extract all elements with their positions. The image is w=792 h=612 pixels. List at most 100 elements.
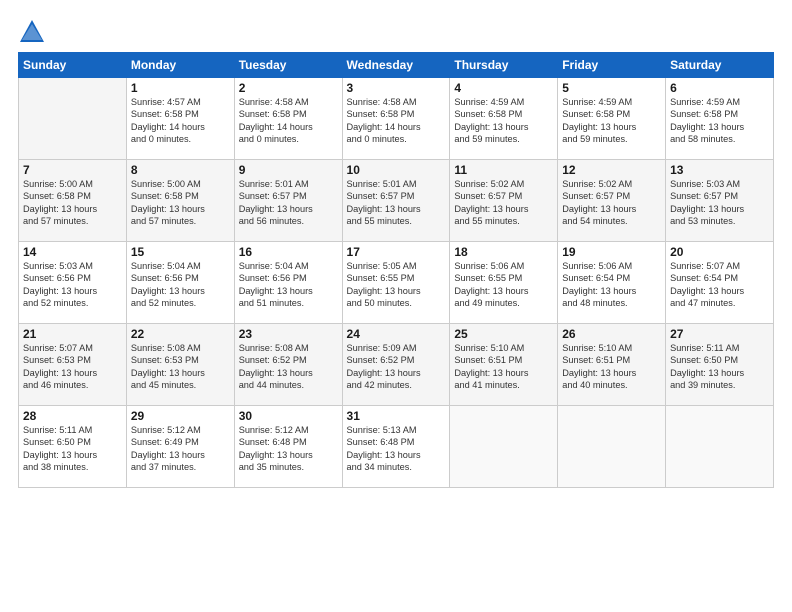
cell-info: Sunrise: 4:59 AM Sunset: 6:58 PM Dayligh… [454,96,553,146]
empty-cell [19,78,127,160]
day-number: 15 [131,245,230,259]
day-number: 13 [670,163,769,177]
day-number: 31 [347,409,446,423]
logo [18,18,48,46]
cell-info: Sunrise: 5:04 AM Sunset: 6:56 PM Dayligh… [131,260,230,310]
day-cell-27: 27Sunrise: 5:11 AM Sunset: 6:50 PM Dayli… [666,324,774,406]
week-row-3: 14Sunrise: 5:03 AM Sunset: 6:56 PM Dayli… [19,242,774,324]
cell-info: Sunrise: 5:00 AM Sunset: 6:58 PM Dayligh… [131,178,230,228]
col-header-saturday: Saturday [666,53,774,78]
day-number: 10 [347,163,446,177]
day-number: 16 [239,245,338,259]
day-cell-7: 7Sunrise: 5:00 AM Sunset: 6:58 PM Daylig… [19,160,127,242]
day-number: 8 [131,163,230,177]
day-cell-8: 8Sunrise: 5:00 AM Sunset: 6:58 PM Daylig… [126,160,234,242]
day-cell-12: 12Sunrise: 5:02 AM Sunset: 6:57 PM Dayli… [558,160,666,242]
day-number: 3 [347,81,446,95]
cell-info: Sunrise: 5:03 AM Sunset: 6:56 PM Dayligh… [23,260,122,310]
day-cell-24: 24Sunrise: 5:09 AM Sunset: 6:52 PM Dayli… [342,324,450,406]
cell-info: Sunrise: 5:10 AM Sunset: 6:51 PM Dayligh… [562,342,661,392]
day-number: 27 [670,327,769,341]
day-number: 12 [562,163,661,177]
day-cell-5: 5Sunrise: 4:59 AM Sunset: 6:58 PM Daylig… [558,78,666,160]
col-header-monday: Monday [126,53,234,78]
empty-cell [450,406,558,488]
day-cell-16: 16Sunrise: 5:04 AM Sunset: 6:56 PM Dayli… [234,242,342,324]
cell-info: Sunrise: 5:12 AM Sunset: 6:49 PM Dayligh… [131,424,230,474]
cell-info: Sunrise: 5:00 AM Sunset: 6:58 PM Dayligh… [23,178,122,228]
day-number: 30 [239,409,338,423]
cell-info: Sunrise: 5:03 AM Sunset: 6:57 PM Dayligh… [670,178,769,228]
col-header-tuesday: Tuesday [234,53,342,78]
day-cell-11: 11Sunrise: 5:02 AM Sunset: 6:57 PM Dayli… [450,160,558,242]
day-cell-15: 15Sunrise: 5:04 AM Sunset: 6:56 PM Dayli… [126,242,234,324]
day-cell-23: 23Sunrise: 5:08 AM Sunset: 6:52 PM Dayli… [234,324,342,406]
day-number: 24 [347,327,446,341]
day-number: 1 [131,81,230,95]
day-cell-28: 28Sunrise: 5:11 AM Sunset: 6:50 PM Dayli… [19,406,127,488]
day-cell-21: 21Sunrise: 5:07 AM Sunset: 6:53 PM Dayli… [19,324,127,406]
col-header-sunday: Sunday [19,53,127,78]
day-cell-9: 9Sunrise: 5:01 AM Sunset: 6:57 PM Daylig… [234,160,342,242]
cell-info: Sunrise: 5:04 AM Sunset: 6:56 PM Dayligh… [239,260,338,310]
week-row-5: 28Sunrise: 5:11 AM Sunset: 6:50 PM Dayli… [19,406,774,488]
day-number: 5 [562,81,661,95]
day-number: 19 [562,245,661,259]
day-cell-2: 2Sunrise: 4:58 AM Sunset: 6:58 PM Daylig… [234,78,342,160]
cell-info: Sunrise: 5:12 AM Sunset: 6:48 PM Dayligh… [239,424,338,474]
day-cell-29: 29Sunrise: 5:12 AM Sunset: 6:49 PM Dayli… [126,406,234,488]
day-cell-18: 18Sunrise: 5:06 AM Sunset: 6:55 PM Dayli… [450,242,558,324]
day-number: 29 [131,409,230,423]
cell-info: Sunrise: 5:06 AM Sunset: 6:55 PM Dayligh… [454,260,553,310]
day-cell-6: 6Sunrise: 4:59 AM Sunset: 6:58 PM Daylig… [666,78,774,160]
cell-info: Sunrise: 5:01 AM Sunset: 6:57 PM Dayligh… [239,178,338,228]
header [18,18,774,46]
day-number: 26 [562,327,661,341]
cell-info: Sunrise: 5:13 AM Sunset: 6:48 PM Dayligh… [347,424,446,474]
cell-info: Sunrise: 4:58 AM Sunset: 6:58 PM Dayligh… [239,96,338,146]
cell-info: Sunrise: 5:02 AM Sunset: 6:57 PM Dayligh… [454,178,553,228]
col-header-thursday: Thursday [450,53,558,78]
cell-info: Sunrise: 4:57 AM Sunset: 6:58 PM Dayligh… [131,96,230,146]
cell-info: Sunrise: 5:05 AM Sunset: 6:55 PM Dayligh… [347,260,446,310]
day-number: 11 [454,163,553,177]
day-number: 18 [454,245,553,259]
day-number: 21 [23,327,122,341]
day-cell-13: 13Sunrise: 5:03 AM Sunset: 6:57 PM Dayli… [666,160,774,242]
cell-info: Sunrise: 5:01 AM Sunset: 6:57 PM Dayligh… [347,178,446,228]
day-cell-4: 4Sunrise: 4:59 AM Sunset: 6:58 PM Daylig… [450,78,558,160]
cell-info: Sunrise: 5:06 AM Sunset: 6:54 PM Dayligh… [562,260,661,310]
week-row-1: 1Sunrise: 4:57 AM Sunset: 6:58 PM Daylig… [19,78,774,160]
day-cell-20: 20Sunrise: 5:07 AM Sunset: 6:54 PM Dayli… [666,242,774,324]
day-cell-19: 19Sunrise: 5:06 AM Sunset: 6:54 PM Dayli… [558,242,666,324]
cell-info: Sunrise: 5:02 AM Sunset: 6:57 PM Dayligh… [562,178,661,228]
day-number: 20 [670,245,769,259]
cell-info: Sunrise: 5:07 AM Sunset: 6:53 PM Dayligh… [23,342,122,392]
day-number: 25 [454,327,553,341]
empty-cell [666,406,774,488]
day-number: 7 [23,163,122,177]
day-cell-25: 25Sunrise: 5:10 AM Sunset: 6:51 PM Dayli… [450,324,558,406]
cell-info: Sunrise: 5:09 AM Sunset: 6:52 PM Dayligh… [347,342,446,392]
day-number: 23 [239,327,338,341]
cell-info: Sunrise: 5:11 AM Sunset: 6:50 PM Dayligh… [23,424,122,474]
day-number: 6 [670,81,769,95]
logo-icon [18,18,46,46]
day-number: 17 [347,245,446,259]
cell-info: Sunrise: 4:59 AM Sunset: 6:58 PM Dayligh… [562,96,661,146]
cell-info: Sunrise: 5:08 AM Sunset: 6:52 PM Dayligh… [239,342,338,392]
col-header-friday: Friday [558,53,666,78]
day-number: 28 [23,409,122,423]
day-cell-22: 22Sunrise: 5:08 AM Sunset: 6:53 PM Dayli… [126,324,234,406]
day-cell-31: 31Sunrise: 5:13 AM Sunset: 6:48 PM Dayli… [342,406,450,488]
day-cell-3: 3Sunrise: 4:58 AM Sunset: 6:58 PM Daylig… [342,78,450,160]
week-row-4: 21Sunrise: 5:07 AM Sunset: 6:53 PM Dayli… [19,324,774,406]
cell-info: Sunrise: 5:10 AM Sunset: 6:51 PM Dayligh… [454,342,553,392]
day-cell-17: 17Sunrise: 5:05 AM Sunset: 6:55 PM Dayli… [342,242,450,324]
day-number: 9 [239,163,338,177]
day-cell-30: 30Sunrise: 5:12 AM Sunset: 6:48 PM Dayli… [234,406,342,488]
day-number: 22 [131,327,230,341]
cell-info: Sunrise: 4:59 AM Sunset: 6:58 PM Dayligh… [670,96,769,146]
day-number: 14 [23,245,122,259]
week-row-2: 7Sunrise: 5:00 AM Sunset: 6:58 PM Daylig… [19,160,774,242]
